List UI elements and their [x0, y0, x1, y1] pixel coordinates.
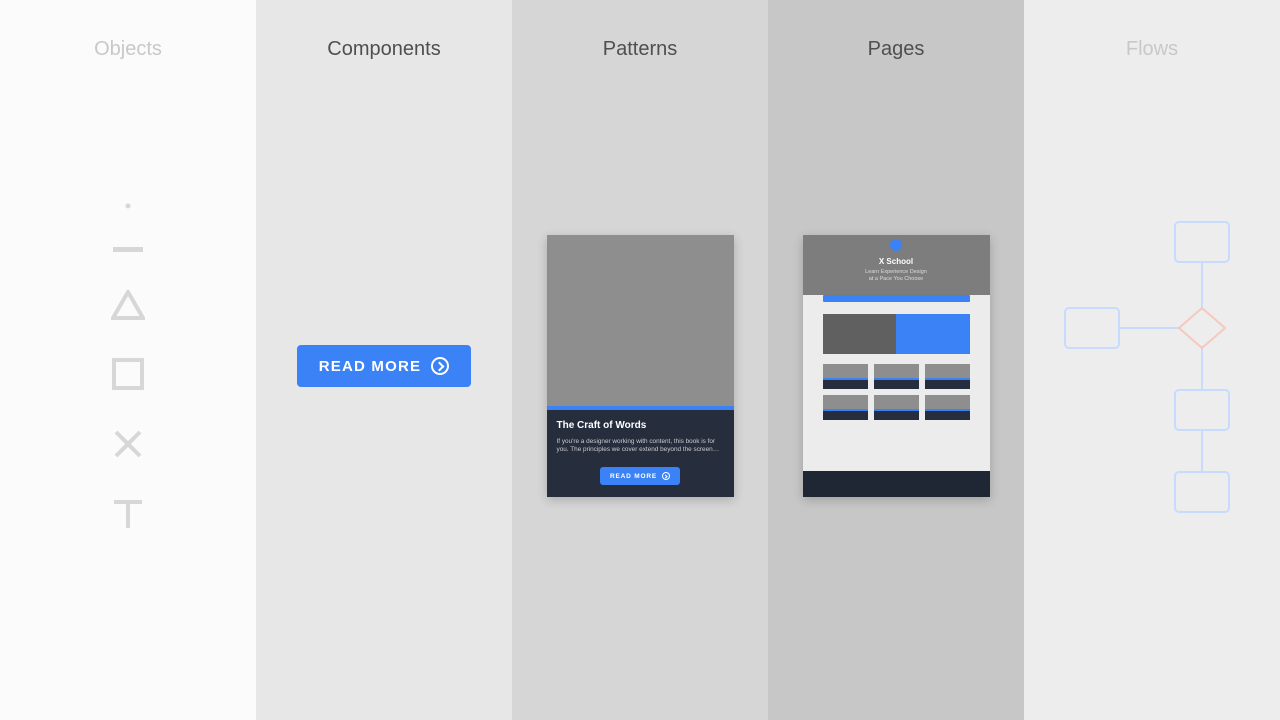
page-thumb [925, 395, 970, 420]
page-thumb [874, 395, 919, 420]
triangle-icon [111, 290, 145, 320]
card-image-placeholder [547, 235, 734, 406]
card-read-more-label: READ MORE [610, 473, 657, 480]
dot-icon [115, 203, 141, 209]
read-more-button-label: READ MORE [319, 358, 421, 375]
page-thumb [823, 395, 868, 420]
page-hero-line1: Learn Experience Design [803, 269, 990, 276]
objects-glyph-stack [111, 203, 145, 530]
page-body [803, 295, 990, 471]
flowchart [1057, 216, 1247, 516]
column-title-objects: Objects [0, 38, 256, 61]
column-title-patterns: Patterns [512, 38, 768, 61]
page-feature-image [823, 314, 897, 354]
pattern-card: The Craft of Words If you're a designer … [547, 235, 734, 497]
column-components: Components READ MORE [256, 0, 512, 720]
cross-icon [112, 428, 144, 460]
page-thumb [874, 364, 919, 389]
column-pages: Pages X School Learn Experience Design a… [768, 0, 1024, 720]
line-icon [113, 247, 143, 252]
page-hero: X School Learn Experience Design at a Pa… [803, 235, 990, 295]
flow-decision-icon [1179, 308, 1225, 348]
page-thumb [823, 364, 868, 389]
card-text-block: The Craft of Words If you're a designer … [547, 410, 734, 497]
page-logo-dot [890, 239, 902, 251]
diagram-stage: Objects Components READ MORE Patterns [0, 0, 1280, 720]
page-mockup: X School Learn Experience Design at a Pa… [803, 235, 990, 497]
page-thumb-grid [823, 364, 970, 420]
chevron-right-circle-icon [431, 357, 449, 375]
page-feature-accent [896, 314, 970, 354]
page-hero-title: X School [803, 257, 990, 266]
chevron-right-circle-icon [662, 472, 670, 480]
page-thumb [925, 364, 970, 389]
card-title: The Craft of Words [557, 420, 724, 431]
page-hero-line2: at a Pace You Choose [803, 276, 990, 283]
card-read-more-button[interactable]: READ MORE [600, 467, 680, 485]
column-title-components: Components [256, 38, 512, 61]
column-patterns: Patterns The Craft of Words If you're a … [512, 0, 768, 720]
column-flows: Flows [1024, 0, 1280, 720]
column-title-pages: Pages [768, 38, 1024, 61]
page-feature-row [823, 314, 970, 354]
column-title-flows: Flows [1024, 38, 1280, 61]
column-objects: Objects [0, 0, 256, 720]
read-more-button[interactable]: READ MORE [297, 345, 471, 387]
flowchart-svg [1057, 216, 1247, 516]
page-footer [803, 471, 990, 497]
page-cta-bar [823, 295, 970, 302]
square-icon [112, 358, 144, 390]
tee-icon [112, 498, 144, 530]
card-description: If you're a designer working with conten… [557, 438, 724, 455]
